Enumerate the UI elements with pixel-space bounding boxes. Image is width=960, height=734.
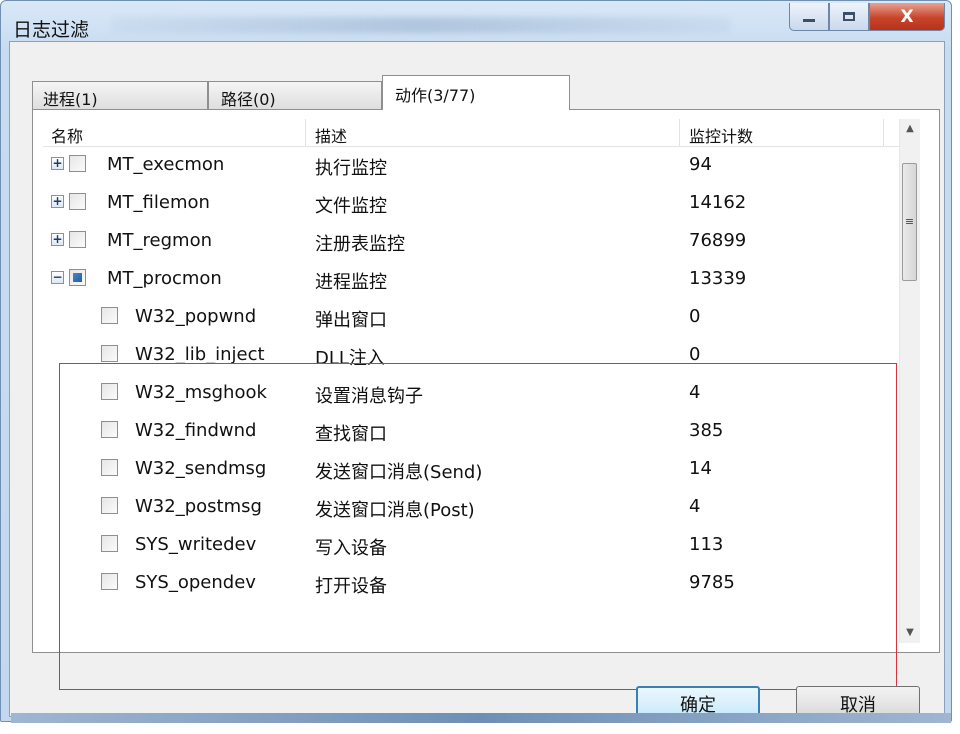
list-item[interactable]: W32_popwnd 弹出窗口 0 — [43, 298, 920, 336]
item-name: MT_filemon — [107, 192, 210, 213]
tab-process[interactable]: 进程(1) — [32, 81, 208, 109]
list-item[interactable]: + MT_filemon 文件监控 14162 — [43, 184, 920, 222]
item-desc: 进程监控 — [315, 272, 387, 293]
item-count: 94 — [689, 154, 712, 175]
tab-panel: 名称 描述 监控计数 + MT_execmon 执行监控 94 + MT_fil… — [32, 109, 940, 690]
column-header-count[interactable]: 监控计数 — [689, 123, 753, 147]
column-separator[interactable] — [305, 119, 306, 146]
window-bottom-edge — [11, 713, 951, 723]
row-checkbox[interactable] — [69, 155, 86, 172]
row-checkbox[interactable] — [69, 269, 86, 286]
item-desc: 执行监控 — [315, 158, 387, 179]
expand-icon[interactable]: + — [51, 195, 64, 208]
item-desc: 文件监控 — [315, 196, 387, 217]
row-checkbox[interactable] — [101, 307, 118, 324]
dialog-client: 进程(1) 路径(0) 动作(3/77) 名称 描述 监控计数 + MT_exe… — [9, 41, 945, 722]
item-name: MT_execmon — [107, 154, 225, 175]
maximize-button[interactable] — [829, 3, 869, 31]
scroll-down-icon[interactable]: ▼ — [900, 623, 920, 643]
item-count: 0 — [689, 306, 701, 327]
window-frame: 日志过滤 X 进程(1) 路径(0) 动作(3/77) 名称 描述 监控计数 +… — [0, 0, 952, 723]
minimize-icon — [803, 19, 815, 22]
item-count: 14162 — [689, 192, 747, 213]
list-header: 名称 描述 监控计数 — [43, 119, 920, 147]
maximize-icon — [843, 12, 855, 21]
tab-path[interactable]: 路径(0) — [208, 81, 382, 109]
close-button[interactable]: X — [869, 3, 945, 31]
item-name: W32_popwnd — [135, 306, 257, 327]
column-separator[interactable] — [883, 119, 884, 146]
item-count: 13339 — [689, 268, 747, 289]
caption-buttons: X — [789, 3, 945, 31]
column-header-desc[interactable]: 描述 — [315, 123, 347, 147]
collapse-icon[interactable]: − — [51, 271, 64, 284]
row-checkbox[interactable] — [69, 193, 86, 210]
highlight-annotation-box — [59, 363, 897, 690]
row-checkbox[interactable] — [101, 345, 118, 362]
expand-icon[interactable]: + — [51, 233, 64, 246]
tab-action[interactable]: 动作(3/77) — [382, 75, 570, 110]
item-name: MT_regmon — [107, 230, 212, 251]
window-title: 日志过滤 — [13, 19, 90, 41]
scroll-thumb[interactable]: ≡ — [902, 163, 917, 281]
item-count: 0 — [689, 344, 701, 365]
expand-icon[interactable]: + — [51, 157, 64, 170]
list-item[interactable]: + MT_execmon 执行监控 94 — [43, 146, 920, 184]
item-desc: 注册表监控 — [315, 234, 405, 255]
column-separator[interactable] — [679, 119, 680, 146]
tab-label: 进程(1) — [43, 90, 98, 109]
column-header-name[interactable]: 名称 — [51, 123, 83, 147]
tab-label: 动作(3/77) — [395, 86, 476, 105]
item-desc: 弹出窗口 — [315, 310, 387, 331]
list-item[interactable]: + MT_regmon 注册表监控 76899 — [43, 222, 920, 260]
close-icon: X — [900, 6, 914, 27]
item-name: W32_lib_inject — [135, 344, 265, 365]
list-item[interactable]: − MT_procmon 进程监控 13339 — [43, 260, 920, 298]
minimize-button[interactable] — [789, 3, 829, 31]
scroll-up-icon[interactable]: ▲ — [900, 119, 920, 139]
vertical-scrollbar[interactable]: ▲ ≡ ▼ — [899, 119, 920, 643]
tab-label: 路径(0) — [221, 90, 276, 109]
title-path-blurred — [111, 17, 731, 33]
item-count: 76899 — [689, 230, 747, 251]
row-checkbox[interactable] — [69, 231, 86, 248]
item-name: MT_procmon — [107, 268, 222, 289]
